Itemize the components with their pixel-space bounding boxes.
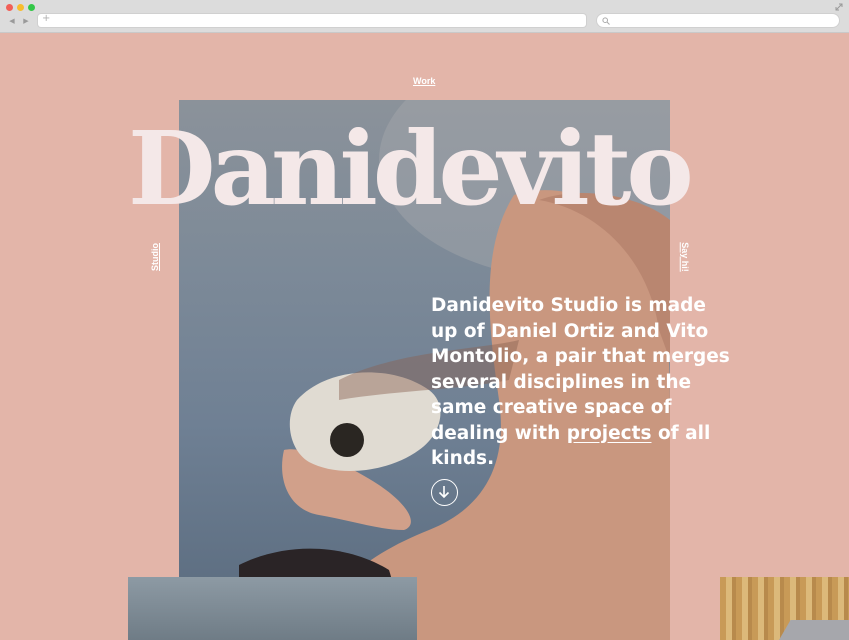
minimize-window-button[interactable] — [17, 4, 24, 11]
intro-text: Danidevito Studio is made up of Daniel O… — [431, 295, 730, 444]
nav-work-link[interactable]: Work — [413, 76, 435, 86]
browser-chrome: ◀ ▶ + — [0, 0, 849, 33]
back-button[interactable]: ◀ — [5, 15, 19, 27]
plus-icon[interactable]: + — [42, 13, 50, 24]
address-bar[interactable]: + — [38, 13, 586, 27]
close-window-button[interactable] — [6, 4, 13, 11]
scroll-down-button[interactable] — [431, 479, 458, 506]
hero-title: Danidevito — [128, 109, 694, 228]
forward-button[interactable]: ▶ — [19, 15, 33, 27]
project-thumbnail[interactable] — [128, 577, 417, 640]
project-thumbnail[interactable] — [720, 577, 849, 640]
nav-buttons: ◀ ▶ — [5, 15, 33, 27]
fullscreen-icon[interactable] — [835, 3, 843, 11]
intro-paragraph: Danidevito Studio is made up of Daniel O… — [431, 293, 731, 472]
maximize-window-button[interactable] — [28, 4, 35, 11]
search-icon — [602, 17, 610, 25]
nav-sayhi-link[interactable]: Say hi! — [680, 242, 690, 272]
projects-link[interactable]: projects — [567, 423, 652, 444]
nav-studio-link[interactable]: Studio — [150, 243, 160, 271]
browser-search-field[interactable] — [597, 14, 839, 27]
arrow-down-circle-icon — [438, 486, 450, 499]
